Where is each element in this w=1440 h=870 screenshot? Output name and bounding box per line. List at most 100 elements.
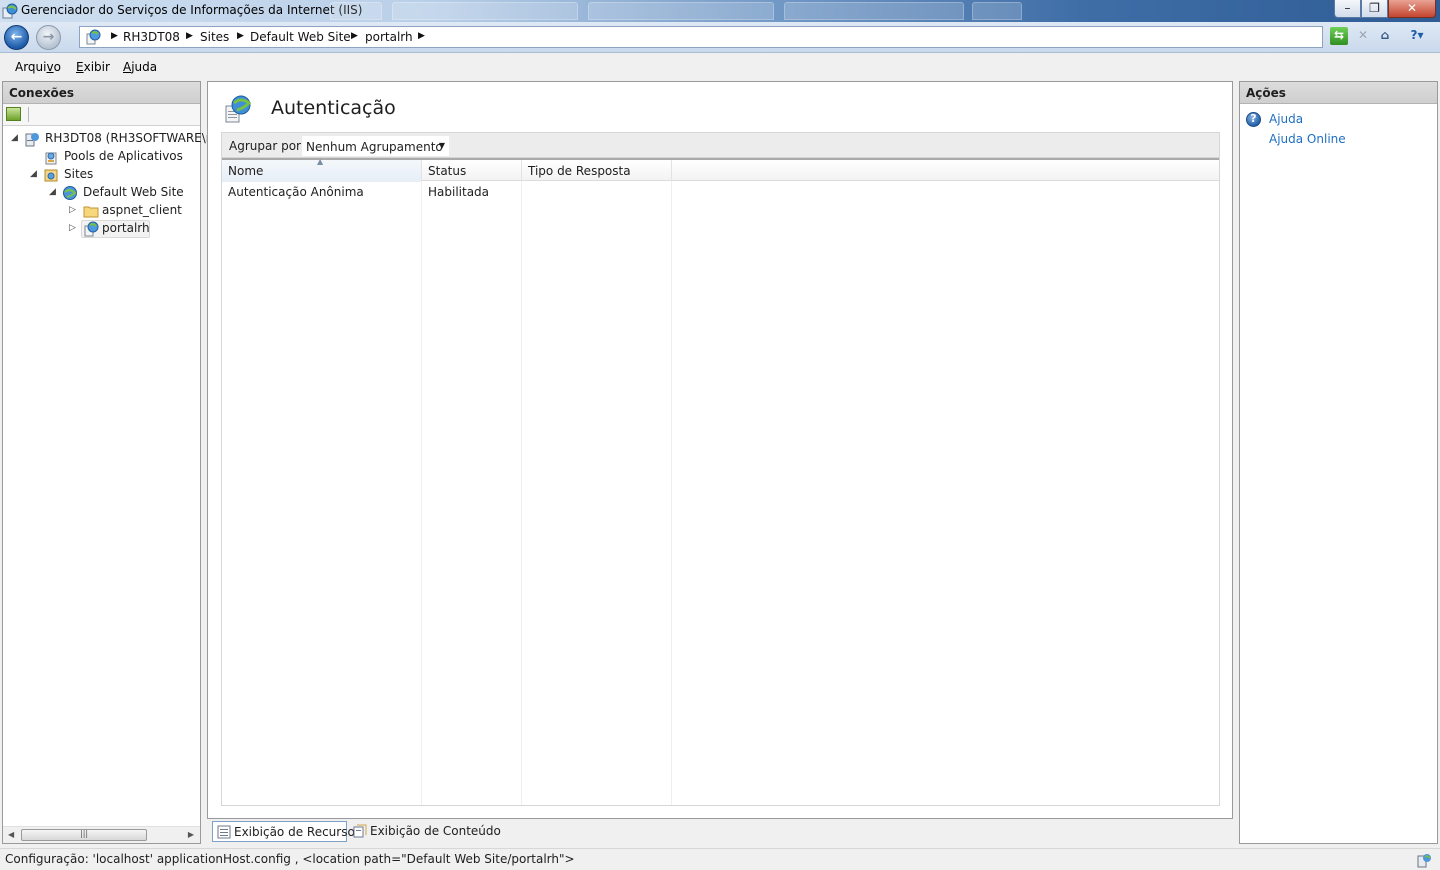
tree-node-default-web-site[interactable]: ◢ Default Web Site <box>3 184 200 202</box>
refresh-icon: ⇆ <box>1333 28 1345 42</box>
tree-node-sites[interactable]: ◢ Sites <box>3 166 200 184</box>
features-list: ▲ Nome Status Tipo de Resposta Autentica… <box>221 157 1220 806</box>
table-row[interactable]: Autenticação Anônima Habilitada <box>222 182 1219 202</box>
content-view-icon <box>353 824 367 838</box>
window-title: Gerenciador do Serviços de Informações d… <box>21 3 363 17</box>
window-title-bar[interactable]: Gerenciador do Serviços de Informações d… <box>0 0 1440 22</box>
stop-icon: ✕ <box>1357 28 1369 42</box>
toolbar-separator <box>28 107 29 122</box>
expand-icon[interactable]: ▷ <box>69 205 76 215</box>
actions-panel: Ações ? Ajuda Ajuda Online <box>1239 81 1438 844</box>
navigation-bar: ← → ▶ RH3DT08 ▶ Sites ▶ Default Web Site… <box>0 22 1440 53</box>
web-app-icon <box>84 221 99 237</box>
website-globe-icon <box>63 186 77 200</box>
home-icon: ⌂ <box>1380 28 1390 42</box>
stop-button[interactable]: ✕ <box>1354 27 1372 45</box>
tree-label: Default Web Site <box>83 185 184 199</box>
app-pools-icon <box>45 152 57 165</box>
column-header-nome[interactable]: ▲ Nome <box>222 157 422 182</box>
network-status-icon <box>1417 854 1431 868</box>
background-tab <box>392 2 578 20</box>
close-icon: ✕ <box>1406 1 1418 15</box>
tree-node-app-pools[interactable]: Pools de Aplicativos <box>3 148 200 166</box>
background-tab <box>972 2 1022 20</box>
breadcrumb-item[interactable]: Sites <box>200 30 229 44</box>
action-link-ajuda-online[interactable]: Ajuda Online <box>1269 132 1346 146</box>
tab-features-view[interactable]: Exibição de Recursos <box>212 821 361 842</box>
cell-name: Autenticação Anônima <box>228 185 364 199</box>
menu-arquivo[interactable]: Arquivo <box>15 60 61 74</box>
breadcrumb-item[interactable]: portalrh <box>365 30 413 44</box>
column-divider <box>671 181 672 805</box>
iis-app-icon <box>2 3 18 19</box>
close-button[interactable]: ✕ <box>1388 0 1436 18</box>
scroll-left-icon[interactable]: ◀ <box>8 830 14 839</box>
list-header: ▲ Nome Status Tipo de Resposta <box>222 157 1219 182</box>
tab-content-view[interactable]: Exibição de Conteúdo <box>349 821 501 842</box>
menu-bar: Arquivo Exibir Ajuda <box>0 55 1440 79</box>
create-connection-button[interactable] <box>6 107 21 121</box>
sites-folder-icon <box>44 169 58 182</box>
tree-label: Pools de Aplicativos <box>64 149 183 163</box>
column-label: Tipo de Resposta <box>528 164 631 178</box>
tab-label: Exibição de Recursos <box>234 825 362 839</box>
feature-page: Autenticação Agrupar por: Nenhum Agrupam… <box>207 81 1233 819</box>
tree-node-portalrh[interactable]: ▷ portalrh <box>3 220 200 238</box>
column-header-status[interactable]: Status <box>422 160 522 182</box>
menu-exibir[interactable]: Exibir <box>76 60 110 74</box>
help-icon: ?▾ <box>1410 28 1424 42</box>
background-tab <box>588 2 774 20</box>
sort-ascending-icon: ▲ <box>317 157 324 166</box>
action-link-ajuda[interactable]: Ajuda <box>1269 112 1303 126</box>
breadcrumb-item[interactable]: Default Web Site <box>250 30 351 44</box>
back-button[interactable]: ← <box>4 25 29 50</box>
refresh-button[interactable]: ⇆ <box>1330 27 1348 45</box>
maximize-button[interactable]: ❐ <box>1361 0 1388 18</box>
help-icon: ? <box>1246 112 1261 127</box>
breadcrumb-separator-icon[interactable]: ▶ <box>111 31 118 41</box>
connections-panel: Conexões ◢ RH3DT08 (RH3SOFTWARE\ric Pool… <box>2 81 221 844</box>
arrow-left-icon: ← <box>10 29 23 45</box>
tree-node-server[interactable]: ◢ RH3DT08 (RH3SOFTWARE\ric <box>3 130 221 148</box>
collapse-icon[interactable]: ◢ <box>30 169 37 179</box>
address-bar[interactable]: ▶ RH3DT08 ▶ Sites ▶ Default Web Site ▶ p… <box>79 26 1323 48</box>
collapse-icon[interactable]: ◢ <box>49 187 56 197</box>
features-view-icon <box>217 825 231 839</box>
background-tab <box>784 2 964 20</box>
group-by-dropdown[interactable]: Nenhum Agrupamento ▼ <box>302 136 449 156</box>
breadcrumb-separator-icon[interactable]: ▶ <box>237 31 244 41</box>
breadcrumb-separator-icon[interactable]: ▶ <box>418 31 425 41</box>
home-button[interactable]: ⌂ <box>1376 27 1394 45</box>
page-title: Autenticação <box>271 97 396 119</box>
menu-ajuda[interactable]: Ajuda <box>123 60 157 74</box>
expand-icon[interactable]: ▷ <box>69 223 76 233</box>
status-bar: Configuração: 'localhost' applicationHos… <box>0 848 1440 870</box>
tree-label: aspnet_client <box>102 203 182 217</box>
help-dropdown-button[interactable]: ?▾ <box>1402 27 1432 45</box>
folder-icon <box>83 206 99 218</box>
forward-button[interactable]: → <box>36 25 61 50</box>
tree-node-aspnet-client[interactable]: ▷ aspnet_client <box>3 202 200 220</box>
scrollbar-thumb[interactable]: ||| <box>21 829 147 841</box>
grip-icon: ||| <box>80 829 89 838</box>
breadcrumb-item[interactable]: RH3DT08 <box>123 30 180 44</box>
group-by-label: Agrupar por: <box>229 139 305 153</box>
tree-label: Sites <box>64 167 94 181</box>
tree-label: portalrh <box>102 221 150 235</box>
breadcrumb-separator-icon[interactable]: ▶ <box>351 31 358 41</box>
column-header-tipo-de-resposta[interactable]: Tipo de Resposta <box>522 160 672 182</box>
status-text: Configuração: 'localhost' applicationHos… <box>5 852 575 866</box>
breadcrumb-separator-icon[interactable]: ▶ <box>186 31 193 41</box>
collapse-icon[interactable]: ◢ <box>11 133 18 143</box>
tree-label: RH3DT08 (RH3SOFTWARE\ric <box>45 131 221 145</box>
tab-label: Exibição de Conteúdo <box>370 824 501 838</box>
column-divider <box>421 181 422 805</box>
background-tab <box>330 2 382 20</box>
horizontal-scrollbar[interactable]: ◀ ||| ▶ <box>3 826 200 843</box>
column-label: Status <box>428 164 467 178</box>
minimize-icon: – <box>1344 1 1351 15</box>
web-app-icon <box>86 29 101 45</box>
column-label: Nome <box>228 164 264 178</box>
scroll-right-icon[interactable]: ▶ <box>188 830 194 839</box>
minimize-button[interactable]: – <box>1334 0 1361 18</box>
